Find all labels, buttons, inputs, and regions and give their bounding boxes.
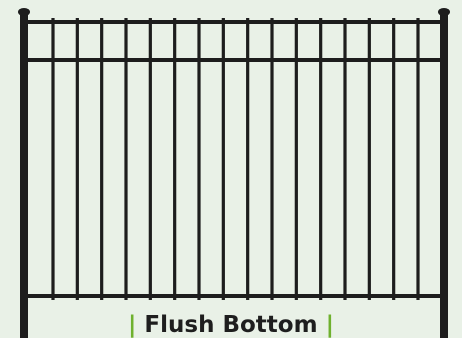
rails [24,20,444,298]
right-post-cap [438,8,450,16]
left-post-cap [18,8,30,16]
caption-label: Flush Bottom [144,312,318,338]
right-post [440,12,448,338]
bottom-rail [24,294,444,298]
fence-illustration [18,8,450,338]
posts [18,8,450,338]
fence-style-caption: | Flush Bottom | [0,312,462,338]
caption-left-mark: | [128,312,137,338]
caption-right-mark: | [325,312,334,338]
top-rail [24,20,444,24]
mid-rail [24,58,444,62]
left-post [20,12,28,338]
